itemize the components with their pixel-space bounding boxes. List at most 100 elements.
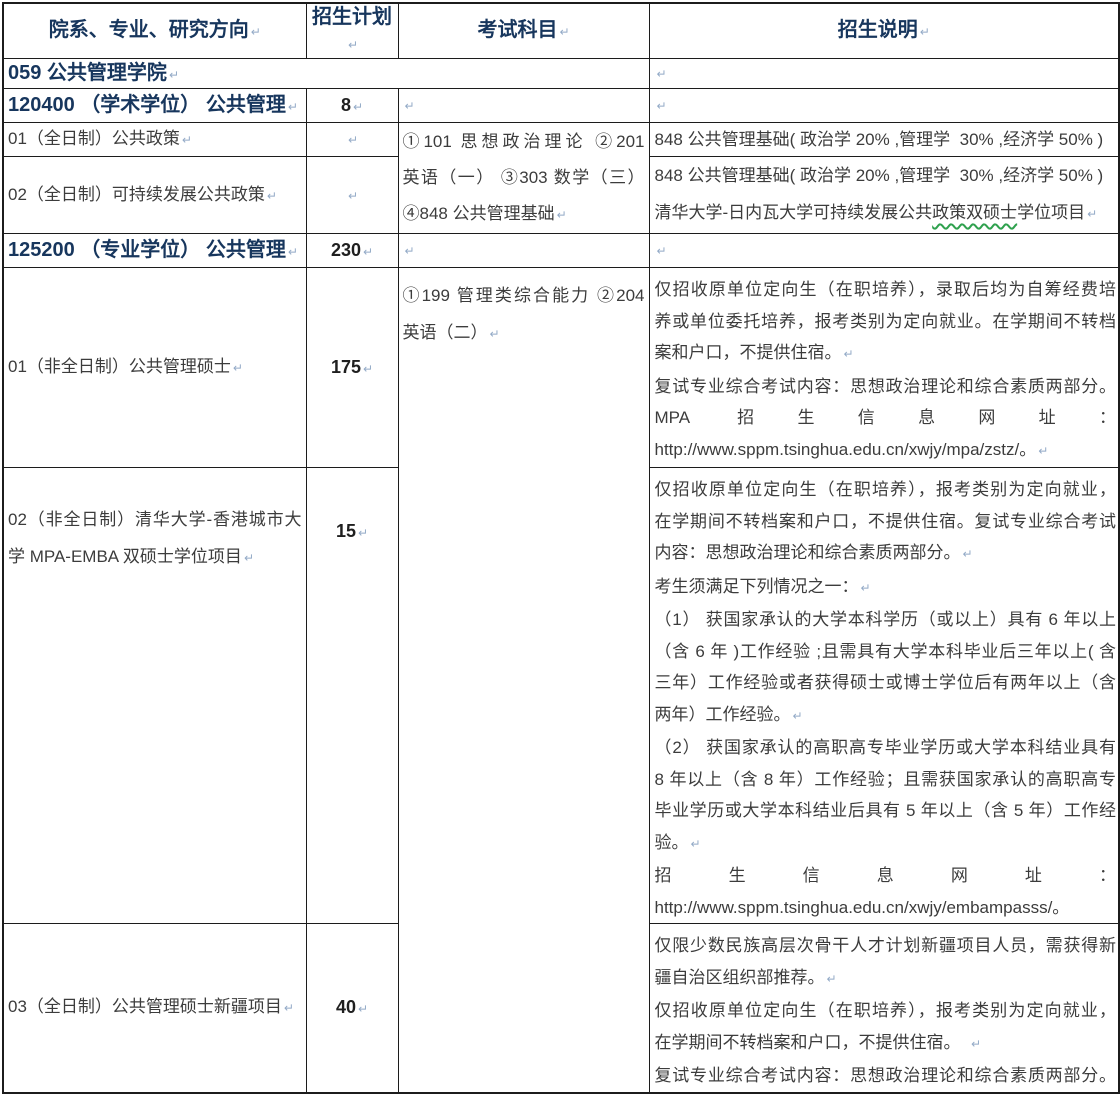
professional-title-cell: 125200 （专业学位） 公共管理↵ [3,234,306,268]
program-title: 01（全日制）公共政策 [8,129,180,148]
professional-subjects-cell: ↵ [398,234,649,268]
quota-value: 230 [331,240,361,260]
text-line: 848 公共管理基础( 政治学 20% ,管理学 30% ,经济学 50% ) [655,124,1117,156]
paragraph-mark-icon: ↵ [363,362,373,376]
college-row: 059 公共管理学院↵ ↵ [3,59,1119,89]
sdpp-title-cell: 02（全日制）可持续发展公共政策↵ [3,157,306,234]
pp-title-cell: 01（全日制）公共政策↵ [3,123,306,157]
text-line: ④848 公共管理基础↵ [403,196,645,233]
text-line: 仅招收原单位定向生（在职培养），报考类别为定向就业， [655,995,1117,1027]
college-title: 059 公共管理学院 [8,62,167,84]
paragraph-mark-icon: ↵ [1087,207,1097,221]
professional-degree-row: 125200 （专业学位） 公共管理↵ 230↵ ↵ ↵ [3,234,1119,268]
text-line: 考生须满足下列情况之一：↵ [655,571,1117,605]
quota-value: 40 [336,997,356,1017]
paragraph-mark-icon: ↵ [827,972,837,986]
pp-notes-cell: 848 公共管理基础( 政治学 20% ,管理学 30% ,经济学 50% ) [649,123,1119,157]
paragraph-mark-icon: ↵ [657,99,667,113]
text-line: 848 公共管理基础( 政治学 20% ,管理学 30% ,经济学 50% ) [655,157,1117,194]
header-cell-subjects: 考试科目↵ [398,3,649,59]
header-label: 招生计划 [312,6,392,28]
paragraph-mark-icon: ↵ [348,38,358,52]
header-cell-notes: 招生说明↵ [649,3,1119,59]
program-title: 01（非全日制）公共管理硕士 [8,357,231,376]
text-fragment: 清华大学-日内瓦大学可持续发展公共 [655,203,933,222]
paragraph-mark-icon: ↵ [844,347,854,361]
text-line: MPA 招生信息网址： [655,402,1117,434]
notes-text: 仅限少数民族高层次骨干人才计划新疆项目人员，需获得新疆自治区组织部推荐。↵仅招收… [655,930,1117,1092]
text-line: 疆自治区组织部推荐。↵ [655,962,1117,996]
notes-text: 848 公共管理基础( 政治学 20% ,管理学 30% ,经济学 50% ) [655,124,1117,156]
academic-quota-cell: 8↵ [306,89,398,123]
paragraph-mark-icon: ↵ [1038,444,1048,458]
text-line: http://www.sppm.tsinghua.edu.cn/xwjy/mpa… [655,434,1117,468]
professional-exam-subjects-cell: ①199 管理类综合能力 ②204英语（二）↵ [398,268,649,1093]
paragraph-mark-icon: ↵ [288,100,298,114]
college-notes-cell: ↵ [649,59,1119,89]
paragraph-mark-icon: ↵ [657,67,667,81]
paragraph-mark-icon: ↵ [182,133,192,147]
xinjiang-notes-cell: 仅限少数民族高层次骨干人才计划新疆项目人员，需获得新疆自治区组织部推荐。↵仅招收… [649,924,1119,1093]
text-line: 英语（一） ③303 数学（三） [403,160,645,196]
embampa-quota-cell: 15↵ [306,468,398,924]
text-line: http://www.sppm.tsinghua.edu.cn/xwjy/emb… [655,892,1117,924]
paragraph-mark-icon: ↵ [267,189,277,203]
paragraph-mark-icon: ↵ [861,581,871,595]
paragraph-mark-icon: ↵ [363,245,373,259]
sdpp-quota-cell: ↵ [306,157,398,234]
public-policy-row: 01（全日制）公共政策↵ ↵ ①101 思想政治理论 ②201英语（一） ③30… [3,123,1119,157]
text-line: 仅招收原单位定向生（在职培养），录取后均为自筹经费培 [655,274,1117,306]
text-line: 学 MPA-EMBA 双硕士学位项目↵ [8,538,302,577]
mpa-quota-cell: 175↵ [306,268,398,468]
exam-subjects-text: ①199 管理类综合能力 ②204英语（二）↵ [403,277,645,353]
mpa-title-cell: 01（非全日制）公共管理硕士↵ [3,268,306,468]
quota-value: 8 [341,95,351,115]
embampa-title-cell: 02（非全日制）清华大学-香港城市大学 MPA-EMBA 双硕士学位项目↵ [3,468,306,924]
text-line: 仅招收原单位定向生（在职培养），报考类别为定向就业， [655,474,1117,506]
exam-subjects-text: ①101 思想政治理论 ②201英语（一） ③303 数学（三）④848 公共管… [403,124,645,233]
mpa-notes-cell: 仅招收原单位定向生（在职培养），录取后均为自筹经费培养或单位委托培养，报考类别为… [649,268,1119,468]
text-line: 在学期间不转档案和户口，不提供住宿。复试专业综合考试 [655,506,1117,538]
text-line: （含 6 年 )工作经验 ;且需具有大学本科毕业后三年以上( 含 [655,636,1117,668]
paragraph-mark-icon: ↵ [405,244,415,258]
header-cell-department: 院系、专业、研究方向↵ [3,3,306,59]
text-line: 毕业学历或大学本科结业后具有 5 年以上（含 5 年）工作经 [655,795,1117,827]
text-line: 两年）工作经验。↵ [655,699,1117,733]
header-cell-quota: 招生计划 ↵ [306,3,398,59]
header-row: 院系、专业、研究方向↵ 招生计划↵ 考试科目↵ 招生说明↵ [3,3,1119,59]
paragraph-mark-icon: ↵ [405,99,415,113]
sdpp-notes-cell: 848 公共管理基础( 政治学 20% ,管理学 30% ,经济学 50% ) 清… [649,157,1119,234]
academic-title-cell: 120400 （学术学位） 公共管理↵ [3,89,306,123]
program-title: 02（全日制）可持续发展公共政策 [8,185,265,204]
paragraph-mark-icon: ↵ [348,189,358,203]
professional-quota-cell: 230↵ [306,234,398,268]
xinjiang-title-cell: 03（全日制）公共管理硕士新疆项目↵ [3,924,306,1093]
paragraph-mark-icon: ↵ [353,100,363,114]
paragraph-mark-icon: ↵ [559,25,569,39]
paragraph-mark-icon: ↵ [657,244,667,258]
academic-subjects-cell: ↵ [398,89,649,123]
quota-value: 175 [331,357,361,377]
text-line: 验。↵ [655,827,1117,861]
paragraph-mark-icon: ↵ [169,68,179,82]
embampa-notes-cell: 仅招收原单位定向生（在职培养），报考类别为定向就业，在学期间不转档案和户口，不提… [649,468,1119,924]
quota-value: 15 [336,521,356,541]
paragraph-mark-icon: ↵ [288,245,298,259]
text-line: 养或单位委托培养，报考类别为定向就业。在学期间不转档 [655,306,1117,338]
text-line: 内容：思想政治理论和综合素质两部分。↵ [655,537,1117,571]
text-line: 三年）工作经验或者获得硕士或博士学位后有两年以上（含 [655,667,1117,699]
header-label: 院系、专业、研究方向 [49,19,249,41]
paragraph-mark-icon: ↵ [358,526,368,540]
paragraph-mark-icon: ↵ [793,709,803,723]
header-label: 招生说明 [838,19,918,41]
text-line: 英语（二）↵ [403,314,645,353]
academic-degree-row: 120400 （学术学位） 公共管理↵ 8↵ ↵ ↵ [3,89,1119,123]
program-title: 120400 （学术学位） 公共管理 [8,94,286,116]
text-line: 02（非全日制）清华大学-香港城市大 [8,501,302,538]
professional-notes-cell: ↵ [649,234,1119,268]
paragraph-mark-icon: ↵ [691,837,701,851]
program-title: 03（全日制）公共管理硕士新疆项目 [8,997,282,1016]
paragraph-mark-icon: ↵ [490,327,500,341]
paragraph-mark-icon: ↵ [348,133,358,147]
paragraph-mark-icon: ↵ [971,1037,981,1051]
